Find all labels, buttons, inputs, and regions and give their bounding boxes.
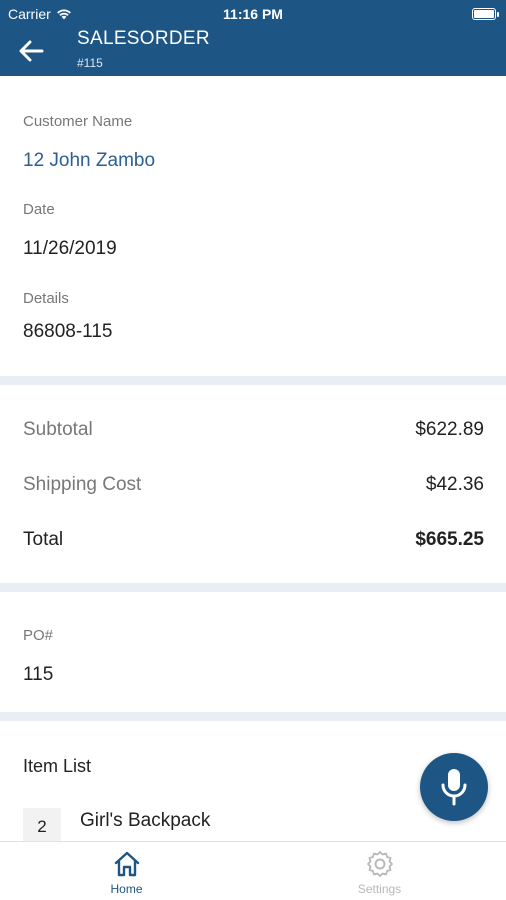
date-value: 11/26/2019 (23, 238, 117, 259)
voice-input-button[interactable] (420, 753, 488, 821)
details-value: 86808-115 (23, 321, 113, 342)
customer-section: Customer Name 12 John Zambo Date 11/26/2… (0, 76, 506, 376)
customer-name-label: Customer Name (23, 113, 133, 130)
po-section: PO# 115 (0, 592, 506, 712)
tab-settings-label: Settings (357, 882, 402, 896)
gear-icon (366, 851, 393, 877)
subtotal-value: $622.89 (415, 419, 484, 440)
back-button[interactable] (14, 36, 48, 66)
page-title: SALESORDER (77, 28, 210, 49)
po-label: PO# (23, 627, 54, 644)
totals-section: Subtotal $622.89 Shipping Cost $42.36 To… (0, 385, 506, 583)
po-value: 115 (23, 664, 54, 685)
item-qty: 2 (23, 808, 61, 841)
microphone-icon (441, 769, 467, 806)
item-name[interactable]: Girl's Backpack (80, 810, 210, 832)
shipping-label: Shipping Cost (23, 474, 142, 495)
shipping-value: $42.36 (425, 474, 484, 495)
arrow-left-icon (19, 40, 44, 62)
tab-bar: Home Settings (0, 841, 506, 900)
subtotal-label: Subtotal (23, 419, 93, 440)
section-divider (0, 583, 506, 592)
item-list-title: Item List (23, 756, 92, 776)
page-subtitle: #115 (77, 56, 103, 70)
customer-name-value[interactable]: 12 John Zambo (23, 150, 155, 172)
section-divider (0, 712, 506, 721)
status-bar: Carrier 11:16 PM (0, 0, 506, 28)
home-icon (114, 851, 139, 877)
total-row: Total $665.25 (23, 529, 484, 551)
battery-icon (472, 8, 499, 20)
status-time: 11:16 PM (223, 6, 283, 22)
total-value: $665.25 (415, 529, 484, 550)
details-label: Details (23, 290, 69, 307)
app-header: Carrier 11:16 PM SALESORDER #115 (0, 0, 506, 76)
section-divider (0, 376, 506, 385)
shipping-row: Shipping Cost $42.36 (23, 474, 484, 496)
tab-home-label: Home (110, 882, 143, 896)
date-label: Date (23, 201, 55, 218)
tab-home[interactable]: Home (0, 842, 253, 900)
tab-settings[interactable]: Settings (253, 842, 506, 900)
subtotal-row: Subtotal $622.89 (23, 419, 484, 441)
total-label: Total (23, 529, 64, 550)
